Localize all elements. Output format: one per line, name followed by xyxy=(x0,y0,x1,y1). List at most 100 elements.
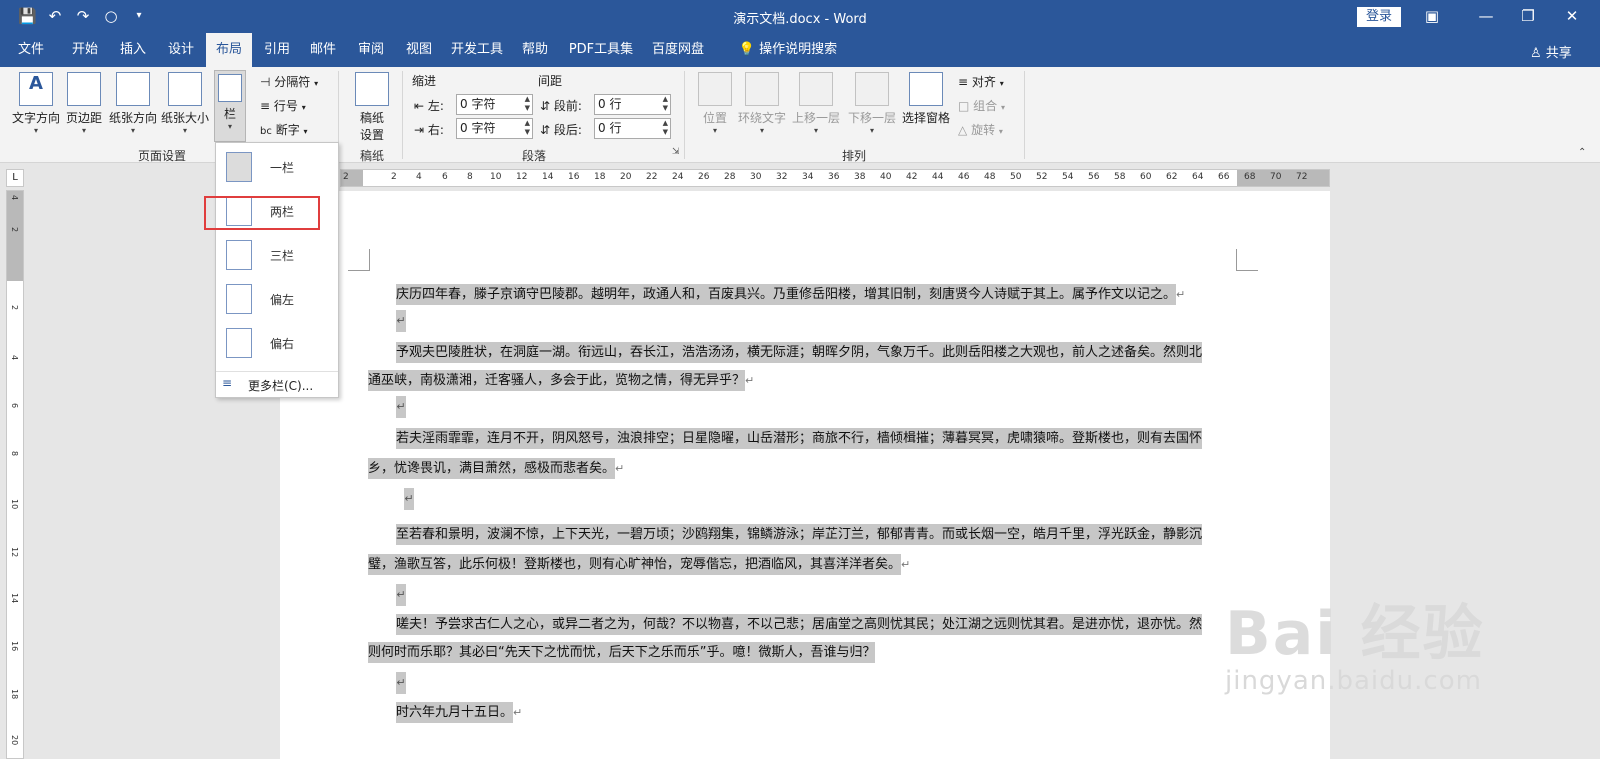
empty-paragraph[interactable]: ↵ xyxy=(396,310,406,332)
tell-me-label: 操作说明搜索 xyxy=(759,42,838,57)
manuscript-settings-button[interactable]: 稿纸 设置 xyxy=(352,72,392,143)
tab-review[interactable]: 审阅 xyxy=(350,33,392,67)
spinner-icon[interactable]: ▲ ▼ xyxy=(525,119,530,137)
close-icon[interactable]: ✕ xyxy=(1560,5,1584,27)
tab-design[interactable]: 设计 xyxy=(160,33,202,67)
collapse-ribbon-icon[interactable]: ⌃ xyxy=(1578,147,1586,158)
crop-mark xyxy=(1236,249,1258,271)
paragraph[interactable]: 则何时而乐耶？其必曰“先天下之忧而忧，后天下之乐而乐”乎。噫！微斯人，吾谁与归？ xyxy=(368,638,1258,668)
position-button[interactable]: 位置 ▾ xyxy=(698,72,732,135)
paragraph[interactable]: 乡，忧谗畏讥，满目萧然，感极而悲者矣。↵ xyxy=(368,454,1258,484)
dialog-launcher-icon[interactable]: ⇲ xyxy=(672,147,680,157)
empty-paragraph[interactable]: ↵ xyxy=(396,396,406,418)
tell-me-search[interactable]: 💡 操作说明搜索 xyxy=(728,33,848,67)
highlight-annotation xyxy=(204,196,320,230)
one-column-icon xyxy=(226,152,252,182)
bring-forward-button[interactable]: 上移一层 ▾ xyxy=(790,72,842,135)
ribbon-display-icon[interactable]: ▣ xyxy=(1420,5,1444,27)
ruler-tick: 70 xyxy=(1270,172,1282,182)
person-icon: ♙ xyxy=(1530,46,1542,61)
tab-insert[interactable]: 插入 xyxy=(112,33,154,67)
group-button[interactable]: □ 组合 ▾ xyxy=(958,97,1005,114)
paragraph-mark: ↵ xyxy=(901,558,911,571)
size-button[interactable]: 纸张大小 ▾ xyxy=(160,72,210,135)
columns-button[interactable]: 栏 ▾ xyxy=(214,70,246,142)
tab-view[interactable]: 视图 xyxy=(398,33,440,67)
page-setup-group-label: 页面设置 xyxy=(138,149,187,163)
selection-pane-button[interactable]: 选择窗格 xyxy=(900,72,952,126)
wrap-text-button[interactable]: 环绕文字 ▾ xyxy=(736,72,788,135)
group-icon: □ xyxy=(958,99,970,113)
columns-option-three[interactable]: 三栏 xyxy=(216,233,338,277)
ruler-tick: 20 xyxy=(620,172,632,182)
paragraph[interactable]: 时六年九月十五日。↵ xyxy=(396,698,1286,728)
spacing-after-input[interactable]: 0 行 ▲ ▼ xyxy=(594,118,671,139)
tab-file[interactable]: 文件 xyxy=(10,33,52,67)
ruler-tick: 34 xyxy=(802,172,814,182)
text-direction-button[interactable]: A 文字方向 ▾ xyxy=(10,72,62,135)
tab-pdf-tools[interactable]: PDF工具集 xyxy=(564,33,638,67)
columns-icon xyxy=(218,74,242,102)
paragraph[interactable]: 庆历四年春，滕子京谪守巴陵郡。越明年，政通人和，百废具兴。乃重修岳阳楼，增其旧制… xyxy=(396,280,1286,310)
send-backward-button[interactable]: 下移一层 ▾ xyxy=(846,72,898,135)
restore-icon[interactable]: ❐ xyxy=(1516,5,1540,27)
ruler-tick: 56 xyxy=(1088,172,1100,182)
indent-left-input[interactable]: 0 字符 ▲ ▼ xyxy=(456,94,533,115)
empty-paragraph[interactable]: ↵ xyxy=(396,672,406,694)
login-button[interactable]: 登录 xyxy=(1357,7,1401,27)
paragraph[interactable]: 至若春和景明，波澜不惊，上下天光，一碧万顷；沙鸥翔集，锦鳞游泳；岸芷汀兰，郁郁青… xyxy=(396,520,1286,550)
tab-references[interactable]: 引用 xyxy=(256,33,298,67)
tab-layout[interactable]: 布局 xyxy=(206,33,252,67)
tab-mailings[interactable]: 邮件 xyxy=(302,33,344,67)
paragraph[interactable]: 予观夫巴陵胜状，在洞庭一湖。衔远山，吞长江，浩浩汤汤，横无际涯；朝晖夕阴，气象万… xyxy=(396,338,1286,368)
ruler-tick: 4 xyxy=(416,172,422,182)
tab-developer[interactable]: 开发工具 xyxy=(446,33,508,67)
hyphenation-button[interactable]: bc 断字 ▾ xyxy=(260,121,308,138)
paragraph[interactable]: 若夫淫雨霏霏，连月不开，阴风怒号，浊浪排空；日星隐曜，山岳潜形；商旅不行，樯倾楫… xyxy=(396,424,1286,454)
ruler-tick: 24 xyxy=(672,172,684,182)
line-numbers-button[interactable]: ≡ 行号 ▾ xyxy=(260,97,306,114)
orientation-button[interactable]: 纸张方向 ▾ xyxy=(108,72,158,135)
ruler-tick: 20 xyxy=(10,735,19,746)
spinner-icon[interactable]: ▲ ▼ xyxy=(663,95,668,113)
bring-forward-icon xyxy=(799,72,833,106)
share-button[interactable]: ♙ 共享 xyxy=(1530,42,1572,61)
indent-label: 缩进 xyxy=(412,74,437,88)
tab-selector[interactable]: L xyxy=(6,169,24,187)
paragraph[interactable]: 璧，渔歌互答，此乐何极！登斯楼也，则有心旷神怡，宠辱偕忘，把酒临风，其喜洋洋者矣… xyxy=(368,550,1258,580)
columns-option-right[interactable]: 偏右 xyxy=(216,321,338,365)
spacing-before-label: ⇵ 段前: xyxy=(540,99,582,113)
tab-home[interactable]: 开始 xyxy=(64,33,106,67)
empty-paragraph[interactable]: ↵ xyxy=(396,584,406,606)
align-button[interactable]: ≡ 对齐 ▾ xyxy=(958,73,1004,90)
spacing-label: 间距 xyxy=(538,74,563,88)
columns-option-one[interactable]: 一栏 xyxy=(216,145,338,189)
columns-option-left[interactable]: 偏左 xyxy=(216,277,338,321)
paragraph-group-label: 段落 xyxy=(522,149,547,163)
ruler-tick: 72 xyxy=(1296,172,1308,182)
tab-help[interactable]: 帮助 xyxy=(514,33,556,67)
rotate-button[interactable]: △ 旋转 ▾ xyxy=(958,121,1003,138)
margins-button[interactable]: 页边距 ▾ xyxy=(64,72,104,135)
spinner-icon[interactable]: ▲ ▼ xyxy=(525,95,530,113)
text-line: 则何时而乐耶？其必曰“先天下之忧而忧，后天下之乐而乐”乎。噫！微斯人，吾谁与归？ xyxy=(368,642,876,663)
paragraph[interactable]: 嗟夫！予尝求古仁人之心，或异二者之为，何哉？不以物喜，不以己悲；居庙堂之高则忧其… xyxy=(396,610,1286,640)
chevron-down-icon: ▾ xyxy=(130,126,135,135)
paragraph[interactable]: 通巫峡，南极潇湘，迁客骚人，多会于此，览物之情，得无异乎？↵ xyxy=(368,366,1258,396)
ruler-tick: 48 xyxy=(984,172,996,182)
vertical-ruler[interactable]: 4 2 2 4 6 8 10 12 14 16 18 20 xyxy=(6,190,24,759)
horizontal-ruler[interactable]: 2 2 4 6 8 10 12 14 16 18 20 22 24 26 28 … xyxy=(340,169,1330,187)
position-icon xyxy=(698,72,732,106)
empty-paragraph[interactable]: ↵ xyxy=(404,488,414,510)
tab-baidu-netdisk[interactable]: 百度网盘 xyxy=(646,33,710,67)
breaks-button[interactable]: ⊣ 分隔符 ▾ xyxy=(260,73,318,90)
more-columns-option[interactable]: ≡ 更多栏(C)... xyxy=(216,371,338,395)
indent-right-input[interactable]: 0 字符 ▲ ▼ xyxy=(456,118,533,139)
ruler-tick: 44 xyxy=(932,172,944,182)
ruler-tick: 2 xyxy=(343,172,349,182)
spinner-icon[interactable]: ▲ ▼ xyxy=(663,119,668,137)
minimize-icon[interactable]: — xyxy=(1474,5,1498,27)
chevron-down-icon: ▾ xyxy=(227,122,232,131)
spacing-before-input[interactable]: 0 行 ▲ ▼ xyxy=(594,94,671,115)
share-label: 共享 xyxy=(1545,46,1572,61)
